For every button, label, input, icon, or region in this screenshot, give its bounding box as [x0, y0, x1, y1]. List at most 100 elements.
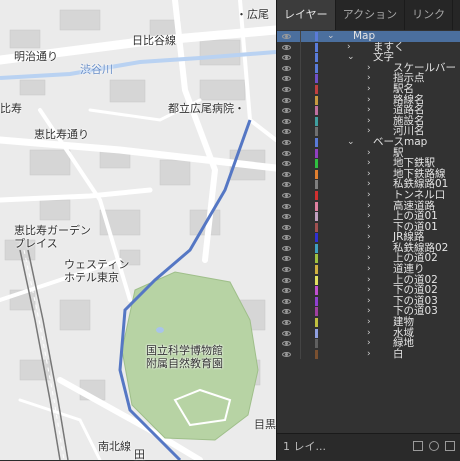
chevron-down-icon[interactable]: ⌄ — [347, 137, 355, 148]
eye-icon[interactable] — [282, 86, 291, 92]
chevron-right-icon[interactable]: › — [367, 285, 371, 296]
layer-row[interactable]: ⌄ Map — [277, 31, 460, 42]
lock-column[interactable] — [300, 274, 301, 286]
layer-row[interactable]: › 指示点 — [277, 73, 460, 84]
eye-icon[interactable] — [282, 192, 291, 198]
tab-actions[interactable]: アクション — [336, 0, 406, 30]
lock-column[interactable] — [300, 317, 301, 328]
chevron-right-icon[interactable]: › — [367, 73, 371, 84]
lock-column[interactable] — [300, 147, 301, 159]
chevron-right-icon[interactable]: › — [367, 201, 371, 212]
lock-column[interactable] — [300, 264, 301, 275]
lock-column[interactable] — [300, 136, 301, 148]
layer-row[interactable]: › 下の道03 — [277, 306, 460, 318]
chevron-right-icon[interactable]: › — [367, 116, 371, 127]
chevron-right-icon[interactable]: › — [367, 148, 371, 159]
chevron-right-icon[interactable]: › — [367, 317, 371, 328]
eye-icon[interactable] — [282, 108, 291, 114]
chevron-right-icon[interactable]: › — [367, 190, 371, 201]
chevron-right-icon[interactable]: › — [367, 243, 371, 254]
layer-row[interactable]: › ますく — [277, 41, 460, 53]
tab-links[interactable]: リンク — [405, 0, 454, 30]
eye-icon[interactable] — [282, 171, 291, 177]
eye-icon[interactable] — [282, 182, 291, 188]
layer-row[interactable]: ⌄ ベースmap — [277, 137, 460, 148]
chevron-right-icon[interactable]: › — [367, 328, 371, 339]
lock-column[interactable] — [300, 62, 301, 74]
eye-icon[interactable] — [282, 235, 291, 241]
lock-column[interactable] — [300, 73, 301, 84]
new-layer-icon[interactable] — [445, 441, 455, 451]
layer-row[interactable]: › 上の道02 — [277, 253, 460, 265]
eye-icon[interactable] — [282, 245, 291, 251]
lock-column[interactable] — [300, 221, 301, 233]
layer-row[interactable]: › 道路名 — [277, 105, 460, 116]
lock-column[interactable] — [300, 285, 301, 296]
lock-column[interactable] — [300, 115, 301, 127]
eye-icon[interactable] — [282, 65, 291, 71]
eye-icon[interactable] — [282, 298, 291, 304]
chevron-right-icon[interactable]: › — [367, 338, 371, 349]
lock-column[interactable] — [300, 242, 301, 254]
lock-column[interactable] — [300, 52, 301, 63]
chevron-right-icon[interactable]: › — [367, 63, 371, 74]
lock-column[interactable] — [300, 158, 301, 169]
layer-row[interactable]: › スケールバー — [277, 63, 460, 74]
lock-column[interactable] — [300, 327, 301, 339]
chevron-right-icon[interactable]: › — [367, 296, 371, 307]
chevron-down-icon[interactable]: ⌄ — [327, 31, 335, 42]
chevron-right-icon[interactable]: › — [367, 306, 371, 317]
layer-row[interactable]: › 路線名 — [277, 94, 460, 106]
layer-row[interactable]: › 施設名 — [277, 116, 460, 127]
chevron-right-icon[interactable]: › — [367, 275, 371, 286]
lock-column[interactable] — [300, 253, 301, 265]
eye-icon[interactable] — [282, 139, 291, 145]
lock-column[interactable] — [300, 179, 301, 190]
eye-icon[interactable] — [282, 34, 291, 39]
eye-icon[interactable] — [282, 267, 291, 273]
lock-column[interactable] — [300, 295, 301, 307]
layer-row[interactable]: › トンネル口 — [277, 190, 460, 201]
lock-column[interactable] — [300, 200, 301, 212]
chevron-right-icon[interactable]: › — [367, 253, 371, 264]
eye-icon[interactable] — [282, 224, 291, 230]
lock-column[interactable] — [300, 338, 301, 349]
chevron-right-icon[interactable]: › — [367, 158, 371, 169]
lock-column[interactable] — [300, 306, 301, 318]
eye-icon[interactable] — [282, 97, 291, 103]
chevron-right-icon[interactable]: › — [367, 211, 371, 222]
eye-icon[interactable] — [282, 55, 291, 61]
eye-icon[interactable] — [282, 44, 291, 50]
tab-layers[interactable]: レイヤー — [277, 0, 336, 30]
eye-icon[interactable] — [282, 256, 291, 262]
layer-row[interactable]: › 白 — [277, 349, 460, 360]
chevron-right-icon[interactable]: › — [367, 264, 371, 275]
chevron-right-icon[interactable]: › — [367, 169, 371, 180]
eye-icon[interactable] — [282, 320, 291, 326]
layer-row[interactable]: › 水域 — [277, 328, 460, 339]
lock-column[interactable] — [300, 168, 301, 180]
lock-column[interactable] — [300, 83, 301, 95]
layer-row[interactable]: › 緑地 — [277, 338, 460, 349]
eye-icon[interactable] — [282, 129, 291, 135]
lock-column[interactable] — [300, 232, 301, 243]
eye-icon[interactable] — [282, 351, 291, 357]
eye-icon[interactable] — [282, 288, 291, 294]
lock-column[interactable] — [300, 31, 301, 42]
lock-column[interactable] — [300, 105, 301, 116]
chevron-right-icon[interactable]: › — [367, 95, 371, 106]
eye-icon[interactable] — [282, 341, 291, 347]
chevron-down-icon[interactable]: ⌄ — [347, 52, 355, 63]
layer-row[interactable]: › 駅名 — [277, 84, 460, 95]
layer-row[interactable]: › 河川名 — [277, 126, 460, 137]
lock-column[interactable] — [300, 211, 301, 222]
lock-column[interactable] — [300, 348, 301, 360]
chevron-right-icon[interactable]: › — [367, 349, 371, 360]
lock-column[interactable] — [300, 94, 301, 106]
chevron-right-icon[interactable]: › — [367, 105, 371, 116]
eye-icon[interactable] — [282, 330, 291, 336]
chevron-right-icon[interactable]: › — [367, 84, 371, 95]
chevron-right-icon[interactable]: › — [367, 222, 371, 233]
chevron-right-icon[interactable]: › — [367, 179, 371, 190]
eye-icon[interactable] — [282, 118, 291, 124]
